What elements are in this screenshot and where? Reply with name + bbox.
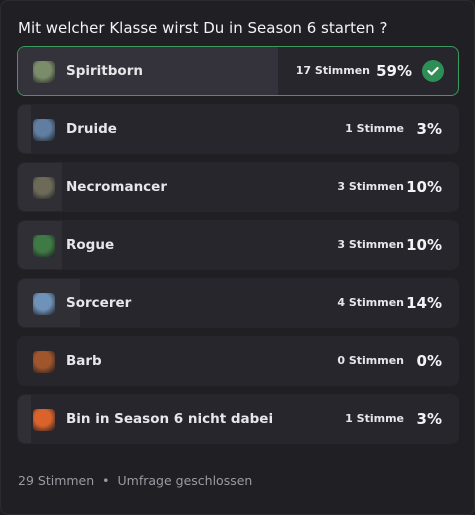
poll-answer-barb[interactable]: Barb 0 Stimmen 0%	[17, 336, 459, 386]
answer-percentage: 10%	[406, 236, 442, 254]
answer-label: Necromancer	[66, 179, 167, 195]
answer-percentage: 10%	[406, 178, 442, 196]
answer-label: Druide	[66, 121, 117, 137]
answer-vote-count: 3 Stimmen	[337, 180, 404, 193]
poll-answer-rogue[interactable]: Rogue 3 Stimmen 10%	[17, 220, 459, 270]
answer-vote-count: 1 Stimme	[345, 412, 404, 425]
answer-label: Sorcerer	[66, 295, 132, 311]
answer-label: Rogue	[66, 237, 115, 253]
answer-vote-count: 17 Stimmen	[295, 64, 370, 77]
answer-label: Barb	[66, 353, 102, 369]
vote-bar-fill	[18, 47, 278, 95]
answer-vote-count: 4 Stimmen	[337, 296, 404, 309]
poll-status: Umfrage geschlossen	[117, 473, 253, 488]
check-circle-icon	[422, 60, 444, 82]
spiritborn-emoji-icon	[33, 61, 55, 83]
vote-bar-fill	[18, 395, 32, 443]
poll-answer-spiritborn[interactable]: Spiritborn 17 Stimmen 59%	[17, 46, 459, 96]
poll-answers: Spiritborn 17 Stimmen 59% Druide 1 Stimme 3% N…	[17, 46, 459, 452]
answer-vote-count: 3 Stimmen	[337, 238, 404, 251]
sorcerer-emoji-icon	[33, 293, 55, 315]
total-votes: 29 Stimmen	[18, 473, 95, 488]
poll-answer-bin-in-season-6-nicht-dabei[interactable]: Bin in Season 6 nicht dabei 1 Stimme 3%	[17, 394, 459, 444]
poll-card: Mit welcher Klasse wirst Du in Season 6 …	[0, 0, 475, 515]
barbarian-emoji-icon	[33, 351, 55, 373]
vote-bar-fill	[18, 105, 32, 153]
necromancer-emoji-icon	[33, 177, 55, 199]
answer-percentage: 59%	[376, 62, 412, 80]
crab-emoji-icon	[33, 409, 55, 431]
answer-percentage: 3%	[416, 120, 442, 138]
answer-label: Spiritborn	[66, 63, 143, 79]
separator-dot: •	[102, 473, 110, 488]
answer-percentage: 0%	[416, 352, 442, 370]
poll-answer-druide[interactable]: Druide 1 Stimme 3%	[17, 104, 459, 154]
poll-footer: 29 Stimmen • Umfrage geschlossen	[18, 473, 252, 488]
poll-answer-sorcerer[interactable]: Sorcerer 4 Stimmen 14%	[17, 278, 459, 328]
answer-percentage: 14%	[406, 294, 442, 312]
answer-percentage: 3%	[416, 410, 442, 428]
rogue-emoji-icon	[33, 235, 55, 257]
answer-vote-count: 1 Stimme	[345, 122, 404, 135]
poll-answer-necromancer[interactable]: Necromancer 3 Stimmen 10%	[17, 162, 459, 212]
answer-label: Bin in Season 6 nicht dabei	[66, 411, 274, 427]
answer-vote-count: 0 Stimmen	[337, 354, 404, 367]
poll-question: Mit welcher Klasse wirst Du in Season 6 …	[18, 19, 388, 37]
druid-emoji-icon	[33, 119, 55, 141]
